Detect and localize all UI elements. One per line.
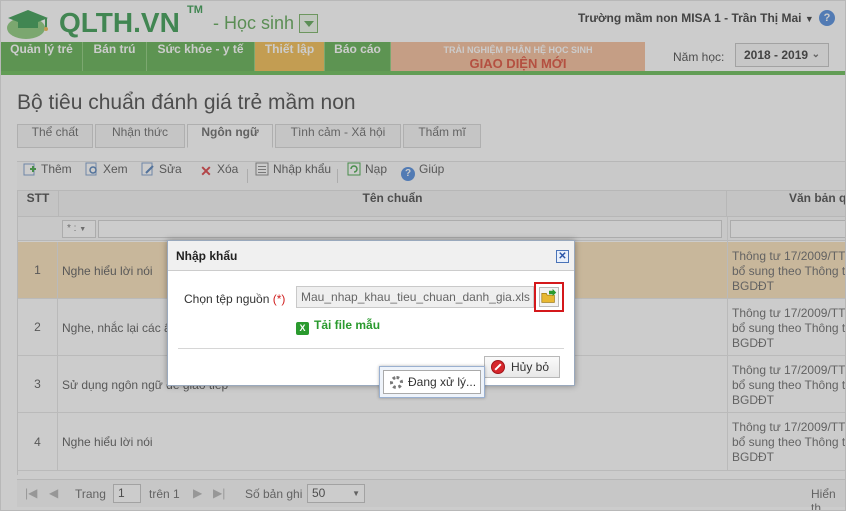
dialog-divider: [178, 348, 564, 349]
processing-box: Đang xử lý...: [383, 370, 481, 394]
dialog-title: Nhập khẩu: [176, 249, 238, 263]
browse-button-face: [539, 287, 559, 307]
download-template-link[interactable]: X Tải file mẫu: [296, 318, 380, 335]
spinner-icon: [390, 376, 403, 389]
app-window: QLTH.VN TM - Học sinh Trường mầm non MIS…: [0, 0, 846, 511]
file-source-label-text: Chọn tệp nguồn: [184, 292, 270, 306]
processing-indicator: Đang xử lý...: [379, 366, 485, 398]
cancel-label: Hủy bỏ: [511, 360, 550, 374]
dialog-titlebar: Nhập khẩu ✕: [168, 241, 574, 271]
browse-file-button[interactable]: [534, 282, 564, 312]
required-mark: (*): [272, 292, 286, 306]
file-source-label: Chọn tệp nguồn (*): [184, 292, 285, 306]
processing-label: Đang xử lý...: [408, 375, 477, 389]
cancel-button[interactable]: Hủy bỏ: [484, 356, 560, 378]
excel-icon: X: [296, 322, 309, 335]
close-icon[interactable]: ✕: [556, 250, 569, 263]
download-template-label: Tải file mẫu: [314, 318, 381, 332]
import-dialog: Nhập khẩu ✕ Chọn tệp nguồn (*) Mau_nhap_…: [167, 240, 575, 386]
open-folder-icon: [541, 288, 557, 303]
cancel-icon: [491, 360, 505, 374]
file-path-input[interactable]: Mau_nhap_khau_tieu_chuan_danh_gia.xls: [296, 286, 534, 308]
